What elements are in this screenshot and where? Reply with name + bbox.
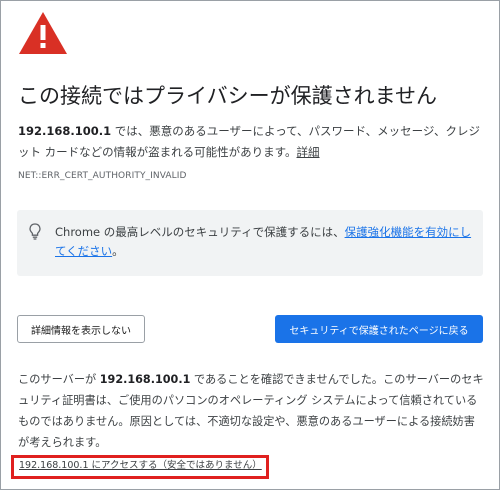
hide-details-button[interactable]: 詳細情報を表示しない (17, 315, 145, 343)
proceed-unsafe-link[interactable]: 192.168.100.1 にアクセスする（安全ではありません） (19, 460, 262, 472)
details-paragraph: このサーバーが 192.168.100.1 であることを確認できませんでした。こ… (18, 369, 484, 453)
host-name: 192.168.100.1 (18, 124, 112, 138)
enhanced-protection-promo: Chrome の最高レベルのセキュリティで保護するには、保護強化機能を有効にして… (17, 210, 483, 276)
error-description: 192.168.100.1 では、悪意のあるユーザーによって、パスワード、メッセ… (18, 121, 486, 163)
details-host: 192.168.100.1 (99, 373, 191, 386)
learn-more-link[interactable]: 詳細 (297, 145, 320, 159)
error-code: NET::ERR_CERT_AUTHORITY_INVALID (18, 171, 187, 181)
warning-triangle-icon (19, 12, 67, 54)
back-to-safety-button[interactable]: セキュリティで保護されたページに戻る (275, 315, 483, 343)
promo-message: Chrome の最高レベルのセキュリティで保護するには、 (55, 225, 345, 239)
page-title: この接続ではプライバシーが保護されません (18, 84, 437, 108)
promo-text: Chrome の最高レベルのセキュリティで保護するには、保護強化機能を有効にして… (55, 223, 473, 261)
promo-suffix: 。 (112, 244, 124, 258)
lightbulb-icon (29, 223, 41, 240)
details-prefix: このサーバーが (18, 373, 100, 386)
